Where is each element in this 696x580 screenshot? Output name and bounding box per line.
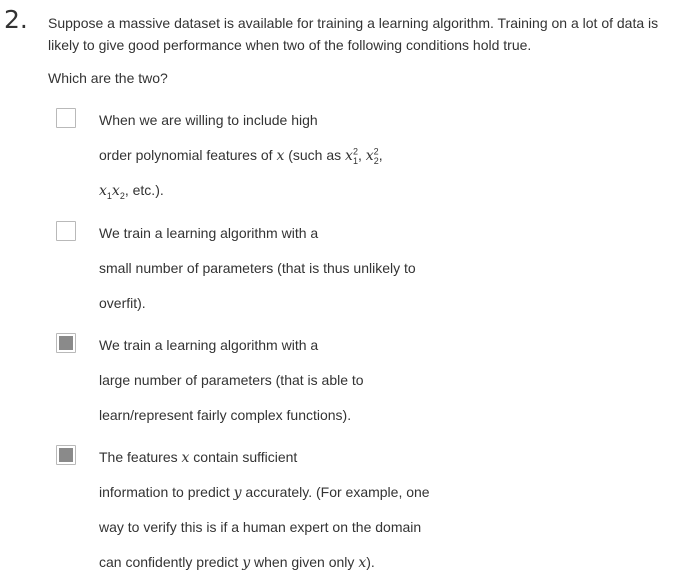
option-3-line-3: learn/represent fairly complex functions… — [99, 407, 352, 423]
option-4-line-2: information to predict y accurately. (Fo… — [99, 484, 430, 501]
option-3-line-2: large number of parameters (that is able… — [99, 372, 364, 388]
option-2-line-2: small number of parameters (that is thus… — [99, 260, 416, 276]
option-2-checkbox[interactable] — [56, 221, 76, 241]
option-3-checkbox[interactable] — [56, 333, 76, 353]
option-2-line-1: We train a learning algorithm with a — [99, 225, 319, 241]
option-4-line-4: can confidently predict y when given onl… — [99, 554, 375, 571]
option-1-line-3: x1x2, etc.). — [99, 182, 164, 201]
option-1-checkbox[interactable] — [56, 108, 76, 128]
option-4-checkbox[interactable] — [56, 445, 76, 465]
option-3-line-1: We train a learning algorithm with a — [99, 337, 319, 353]
option-1-line-1: When we are willing to include high — [99, 112, 318, 128]
question-prompt: Suppose a massive dataset is available f… — [48, 15, 659, 53]
option-4-line-3: way to verify this is if a human expert … — [99, 519, 422, 535]
question-subprompt: Which are the two? — [48, 70, 168, 86]
option-1-line-2: order polynomial features of x (such as … — [99, 146, 383, 166]
question-number: 2. — [4, 5, 28, 34]
option-2-line-3: overfit). — [99, 295, 146, 311]
option-4-line-1: The features x contain sufficient — [99, 449, 298, 466]
